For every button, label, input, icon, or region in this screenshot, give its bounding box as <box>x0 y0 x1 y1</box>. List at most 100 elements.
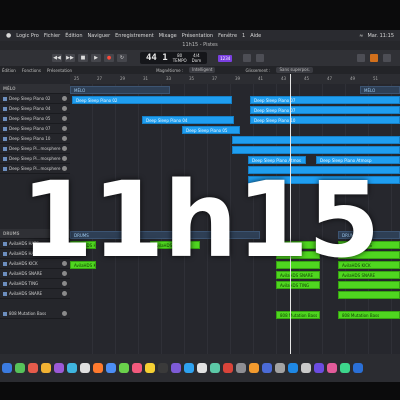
wifi-icon[interactable]: ≈ <box>359 33 363 39</box>
dock-app-icon[interactable] <box>106 363 116 373</box>
dock-app-icon[interactable] <box>249 363 259 373</box>
menu-item-edit[interactable]: Édition <box>65 33 82 39</box>
track-row[interactable]: Deep Sleep Piano 05 <box>0 114 70 124</box>
dock-app-icon[interactable] <box>275 363 285 373</box>
drag-select[interactable]: Sans superpos. <box>276 67 313 73</box>
volume-knob[interactable] <box>62 96 67 101</box>
track-row[interactable]: Deep Sleep Piano 07 <box>0 124 70 134</box>
dock-app-icon[interactable] <box>184 363 194 373</box>
view-menu[interactable]: Présentation <box>47 68 72 73</box>
dock-app-icon[interactable] <box>353 363 363 373</box>
dock-app-icon[interactable] <box>67 363 77 373</box>
ruler-tick: 47 <box>327 76 333 81</box>
menu-item-view[interactable]: Présentation <box>182 33 213 39</box>
tuner-button[interactable] <box>256 54 265 62</box>
media-button[interactable] <box>383 54 392 62</box>
dock-app-icon[interactable] <box>41 363 51 373</box>
dock-app-icon[interactable] <box>132 363 142 373</box>
key-value: Dom <box>191 58 202 63</box>
record-button[interactable]: ● <box>104 54 114 62</box>
dock-app-icon[interactable] <box>210 363 220 373</box>
dock-app-icon[interactable] <box>262 363 272 373</box>
rewind-button[interactable]: ◀◀ <box>52 54 62 62</box>
menu-item-record[interactable]: Enregistrement <box>115 33 154 39</box>
browser-button[interactable] <box>370 54 379 62</box>
ruler-tick: 49 <box>350 76 356 81</box>
dock-app-icon[interactable] <box>301 363 311 373</box>
audio-region[interactable] <box>232 146 400 154</box>
apple-icon[interactable]: ● <box>6 32 11 39</box>
timeline-ruler[interactable]: 25 27 29 31 33 35 37 39 41 43 45 47 49 5… <box>70 74 400 84</box>
folder-region[interactable]: MÉLO <box>70 86 170 94</box>
dock-app-icon[interactable] <box>327 363 337 373</box>
dock-app-icon[interactable] <box>119 363 129 373</box>
track-row[interactable]: Deep Sleep Piano 02 <box>0 94 70 104</box>
play-button[interactable]: ▶ <box>91 54 101 62</box>
menu-item-help[interactable]: Aide <box>250 33 261 39</box>
edit-menu[interactable]: Édition <box>2 68 16 73</box>
midi-region[interactable] <box>338 291 400 299</box>
dock-app-icon[interactable] <box>223 363 233 373</box>
audio-region[interactable]: Deep Sleep Piano 04 <box>142 116 234 124</box>
dock-app-icon[interactable] <box>145 363 155 373</box>
forward-button[interactable]: ▶▶ <box>65 54 75 62</box>
midi-region[interactable]: AvilaHDS TING <box>276 281 320 289</box>
track-row[interactable]: Deep Sleep Pi...mosphere <box>0 144 70 154</box>
signature-display: 4/4 Dom <box>192 53 201 63</box>
menu-item-navigate[interactable]: Naviguer <box>88 33 111 39</box>
functions-menu[interactable]: Fonctions <box>22 68 41 73</box>
dock-app-icon[interactable] <box>340 363 350 373</box>
volume-knob[interactable] <box>62 136 67 141</box>
lcd-display[interactable]: 44 1 80 TEMPO 4/4 Dom <box>140 52 208 64</box>
audio-region[interactable]: Deep Sleep Piano 10 <box>250 116 400 124</box>
audio-region[interactable]: Deep Sleep Piano 07 <box>250 96 400 104</box>
volume-knob[interactable] <box>62 126 67 131</box>
track-row[interactable]: Deep Sleep Piano 10 <box>0 134 70 144</box>
volume-knob[interactable] <box>62 291 67 296</box>
dock-app-icon[interactable] <box>236 363 246 373</box>
volume-knob[interactable] <box>62 106 67 111</box>
tempo-label: TEMPO <box>172 58 187 63</box>
dock-app-icon[interactable] <box>197 363 207 373</box>
menu-item-app[interactable]: Logic Pro <box>16 33 39 39</box>
dock-app-icon[interactable] <box>80 363 90 373</box>
instrument-icon <box>3 107 7 111</box>
dock-app-icon[interactable] <box>314 363 324 373</box>
track-header-melo[interactable]: MÉLO <box>0 84 70 94</box>
volume-knob[interactable] <box>62 116 67 121</box>
midi-region[interactable]: 808 Mutation Bass <box>338 311 400 319</box>
cycle-button[interactable]: ↻ <box>117 54 127 62</box>
menu-item-file[interactable]: Fichier <box>44 33 60 39</box>
midi-region[interactable]: 808 Mutation Bass <box>276 311 320 319</box>
midi-region[interactable] <box>338 281 400 289</box>
folder-region[interactable]: MÉLO <box>360 86 400 94</box>
snap-select[interactable]: Intelligent <box>189 67 216 73</box>
instrument-icon <box>3 292 7 296</box>
stop-button[interactable]: ■ <box>78 54 88 62</box>
volume-knob[interactable] <box>62 281 67 286</box>
track-row[interactable]: Deep Sleep Piano 04 <box>0 104 70 114</box>
menubar-clock[interactable]: Mar. 11:15 <box>367 33 394 39</box>
menu-item-mix[interactable]: Mixage <box>159 33 177 39</box>
volume-knob[interactable] <box>62 311 67 316</box>
track-row[interactable]: 808 Mutation Bass <box>0 309 70 319</box>
metronome-button[interactable] <box>243 54 252 62</box>
dock-app-icon[interactable] <box>28 363 38 373</box>
dock-app-icon[interactable] <box>15 363 25 373</box>
dock-app-icon[interactable] <box>93 363 103 373</box>
dock-app-icon[interactable] <box>54 363 64 373</box>
menu-item-1[interactable]: 1 <box>242 33 245 39</box>
dock-app-icon[interactable] <box>288 363 298 373</box>
audio-region[interactable] <box>232 136 400 144</box>
dock-app-icon[interactable] <box>158 363 168 373</box>
count-in-badge[interactable]: 1234 <box>218 54 233 62</box>
track-row[interactable]: AvilaHDS SNARE <box>0 289 70 299</box>
loops-button[interactable] <box>357 54 366 62</box>
volume-knob[interactable] <box>62 146 67 151</box>
menu-item-window[interactable]: Fenêtre <box>218 33 237 39</box>
dock-app-icon[interactable] <box>2 363 12 373</box>
dock-app-icon[interactable] <box>171 363 181 373</box>
audio-region[interactable]: Deep Sleep Piano 05 <box>182 126 240 134</box>
audio-region[interactable]: Deep Sleep Piano 02 <box>72 96 232 104</box>
audio-region[interactable]: Deep Sleep Piano 07 <box>250 106 400 114</box>
